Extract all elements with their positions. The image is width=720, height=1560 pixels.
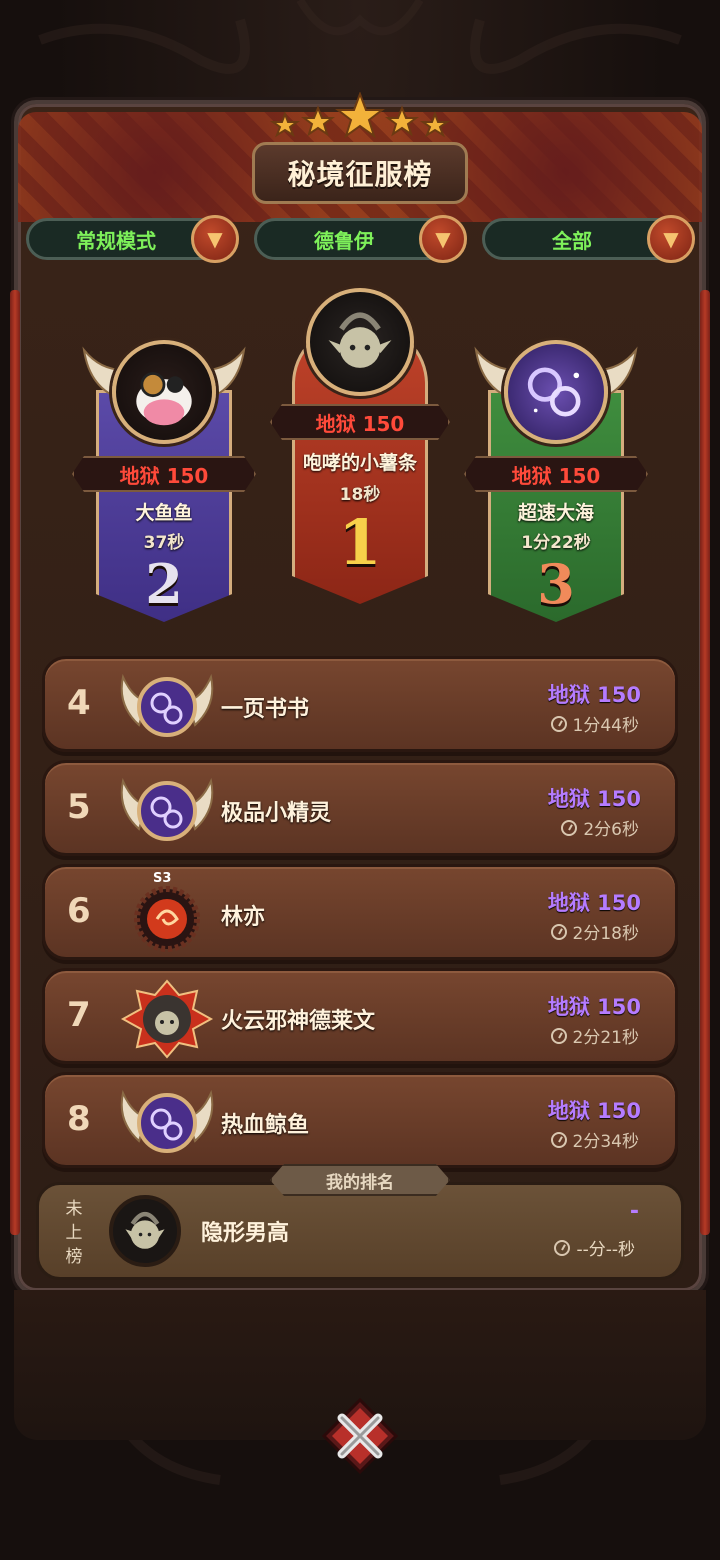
difficulty-label: 地狱 150 bbox=[547, 683, 641, 707]
difficulty-label: 地狱 150 bbox=[547, 995, 641, 1019]
rank-number: 7 bbox=[67, 995, 91, 1035]
leaderboard-row[interactable]: 7 火云邪神德莱文 地狱 150 2分21秒 bbox=[42, 968, 678, 1064]
druid-avatar-emblem-icon bbox=[120, 979, 214, 1059]
clock-icon bbox=[554, 1239, 571, 1256]
player-name: 林亦 bbox=[221, 905, 266, 930]
season-badge: S3 bbox=[153, 871, 172, 886]
triangle-down-icon[interactable]: ▼ bbox=[419, 215, 467, 263]
clear-time-value: 2分21秒 bbox=[572, 1028, 639, 1048]
difficulty-label: 地狱 150 bbox=[547, 1099, 641, 1123]
right-frame-bar bbox=[700, 290, 710, 1235]
rank-number: 8 bbox=[67, 1099, 91, 1139]
rank-number: 6 bbox=[67, 891, 91, 931]
clear-time-value: 2分18秒 bbox=[572, 924, 639, 944]
clear-time: --分--秒 bbox=[554, 1235, 635, 1260]
clear-time-value: 2分6秒 bbox=[583, 820, 639, 840]
clear-time: 2分6秒 bbox=[561, 815, 639, 840]
clock-icon bbox=[550, 715, 567, 732]
leaderboard-row[interactable]: 6 S3 林亦 地狱 150 2分18秒 bbox=[42, 864, 678, 960]
avatar-druid bbox=[306, 288, 414, 396]
difficulty-label: - bbox=[629, 1199, 639, 1224]
rank-number: 5 bbox=[67, 787, 91, 827]
player-name: 极品小精灵 bbox=[221, 801, 332, 826]
clear-time: 2分34秒 bbox=[550, 1127, 639, 1152]
star-rating-icon bbox=[270, 92, 450, 139]
clock-icon bbox=[550, 1027, 567, 1044]
difficulty-badge: 地狱 150 bbox=[270, 404, 450, 440]
clock-icon bbox=[550, 1131, 567, 1148]
clear-time: 18秒 bbox=[339, 485, 381, 505]
scope-filter-dropdown[interactable]: 全部 ▼ bbox=[482, 215, 695, 263]
player-name: 热血鲸鱼 bbox=[221, 1113, 310, 1138]
player-name: 火云邪神德莱文 bbox=[221, 1009, 376, 1034]
page-title: 秘境征服榜 bbox=[252, 142, 468, 204]
leaderboard-row[interactable]: 4 一页书书 地狱 150 1分44秒 bbox=[42, 656, 678, 752]
clear-time-value: 2分34秒 bbox=[572, 1132, 639, 1152]
moon-emblem-icon bbox=[504, 340, 608, 444]
rank-number: 4 bbox=[67, 683, 91, 723]
class-filter-dropdown[interactable]: 德鲁伊 ▼ bbox=[254, 215, 467, 263]
clock-icon bbox=[550, 923, 567, 940]
rank-number: 2 bbox=[145, 552, 183, 616]
unranked-label: 未上榜 bbox=[65, 1199, 83, 1267]
winged-moon-emblem-icon bbox=[120, 777, 214, 841]
player-name: 一页书书 bbox=[221, 697, 310, 722]
difficulty-label: 地狱 150 bbox=[547, 787, 641, 811]
clear-time-value: --分--秒 bbox=[576, 1240, 635, 1260]
clock-icon bbox=[561, 819, 578, 836]
avatar bbox=[109, 1195, 181, 1267]
left-frame-bar bbox=[10, 290, 20, 1235]
winged-moon-emblem-icon bbox=[120, 673, 214, 737]
my-ranking-row[interactable]: 未上榜 隐形男高 - --分--秒 bbox=[36, 1182, 684, 1280]
difficulty-badge: 地狱 150 bbox=[464, 456, 648, 492]
player-name: 隐形男高 bbox=[201, 1221, 290, 1246]
difficulty-label: 地狱 150 bbox=[547, 891, 641, 915]
clear-time: 1分44秒 bbox=[550, 711, 639, 736]
player-name: 超速大海 bbox=[517, 502, 594, 524]
podium-third[interactable]: 地狱 150 超速大海 1分22秒 3 bbox=[486, 330, 626, 630]
winged-moon-emblem-icon bbox=[120, 1089, 214, 1153]
clear-time-value: 1分44秒 bbox=[572, 716, 639, 736]
rank-number: 3 bbox=[537, 552, 575, 616]
leaderboard-row[interactable]: 8 热血鲸鱼 地狱 150 2分34秒 bbox=[42, 1072, 678, 1168]
podium-second[interactable]: 地狱 150 大鱼鱼 37秒 2 bbox=[94, 330, 234, 630]
clear-time: 2分21秒 bbox=[550, 1023, 639, 1048]
clear-time: 37秒 bbox=[143, 533, 185, 553]
difficulty-badge: 地狱 150 bbox=[72, 456, 256, 492]
clear-time: 2分18秒 bbox=[550, 919, 639, 944]
triangle-down-icon[interactable]: ▼ bbox=[191, 215, 239, 263]
close-x-icon[interactable] bbox=[322, 1398, 398, 1474]
rank-number: 1 bbox=[338, 506, 382, 579]
clear-time: 1分22秒 bbox=[521, 533, 591, 553]
player-name: 咆哮的小薯条 bbox=[302, 452, 417, 474]
mode-filter-dropdown[interactable]: 常规模式 ▼ bbox=[26, 215, 239, 263]
podium-first[interactable]: 地狱 150 咆哮的小薯条 18秒 1 bbox=[290, 284, 430, 614]
leaderboard-row[interactable]: 5 极品小精灵 地狱 150 2分6秒 bbox=[42, 760, 678, 856]
avatar-cow bbox=[112, 340, 216, 444]
my-ranking-tab: 我的排名 bbox=[270, 1164, 450, 1196]
player-name: 大鱼鱼 bbox=[135, 502, 193, 524]
triangle-down-icon[interactable]: ▼ bbox=[647, 215, 695, 263]
